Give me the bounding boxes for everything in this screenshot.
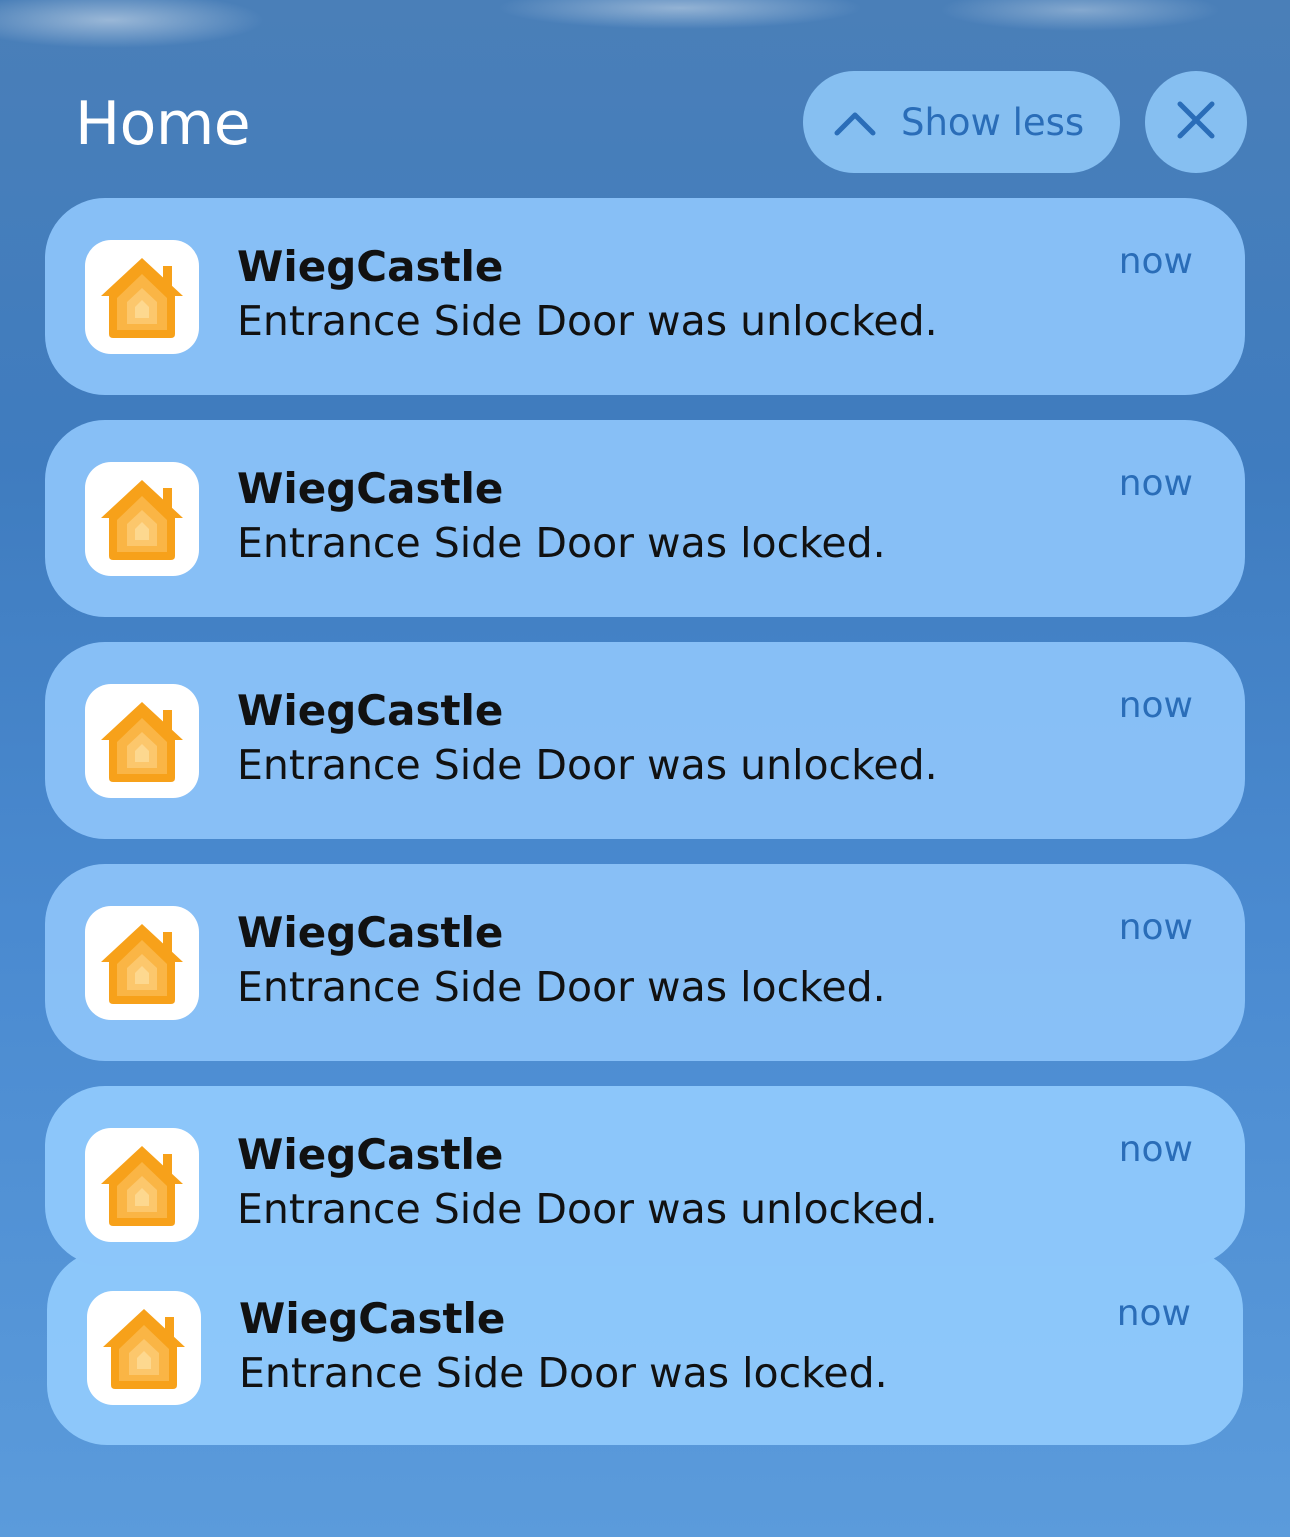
notification-title: WiegCastle (237, 1130, 504, 1179)
show-less-label: Show less (901, 100, 1085, 144)
notification-body: Entrance Side Door was locked. (237, 519, 886, 567)
notification-time: now (1118, 685, 1193, 726)
notification-body: Entrance Side Door was unlocked. (237, 741, 938, 789)
home-app-icon (85, 906, 199, 1020)
chevron-up-icon (833, 107, 877, 137)
notification-time: now (1118, 463, 1193, 504)
notification-card[interactable]: WiegCastle Entrance Side Door was unlock… (45, 642, 1245, 839)
notification-group-header: Home Show less (0, 60, 1290, 180)
notification-card[interactable]: WiegCastle Entrance Side Door was unlock… (45, 198, 1245, 395)
notification-title: WiegCastle (237, 908, 504, 957)
notification-time: now (1118, 907, 1193, 948)
notification-title: WiegCastle (237, 464, 504, 513)
home-app-icon (85, 240, 199, 354)
notification-title: WiegCastle (237, 686, 504, 735)
notification-title: WiegCastle (239, 1294, 506, 1343)
notification-time: now (1116, 1293, 1191, 1334)
notification-time: now (1118, 1129, 1193, 1170)
home-app-icon (85, 1128, 199, 1242)
group-title: Home (75, 89, 251, 159)
notification-card[interactable]: WiegCastle Entrance Side Door was unlock… (45, 1086, 1245, 1266)
notification-body: Entrance Side Door was locked. (237, 963, 886, 1011)
notification-time: now (1118, 241, 1193, 282)
home-app-icon (85, 462, 199, 576)
home-app-icon (85, 684, 199, 798)
notification-card[interactable]: WiegCastle Entrance Side Door was locked… (45, 420, 1245, 617)
notification-body: Entrance Side Door was unlocked. (237, 297, 938, 345)
clear-group-button[interactable] (1145, 71, 1247, 173)
notification-body: Entrance Side Door was locked. (239, 1349, 888, 1397)
show-less-button[interactable]: Show less (803, 71, 1120, 173)
home-app-icon (87, 1291, 201, 1405)
close-icon (1176, 100, 1216, 144)
notification-title: WiegCastle (237, 242, 504, 291)
notification-body: Entrance Side Door was unlocked. (237, 1185, 938, 1233)
notification-card[interactable]: WiegCastle Entrance Side Door was locked… (47, 1250, 1243, 1445)
notification-card[interactable]: WiegCastle Entrance Side Door was locked… (45, 864, 1245, 1061)
